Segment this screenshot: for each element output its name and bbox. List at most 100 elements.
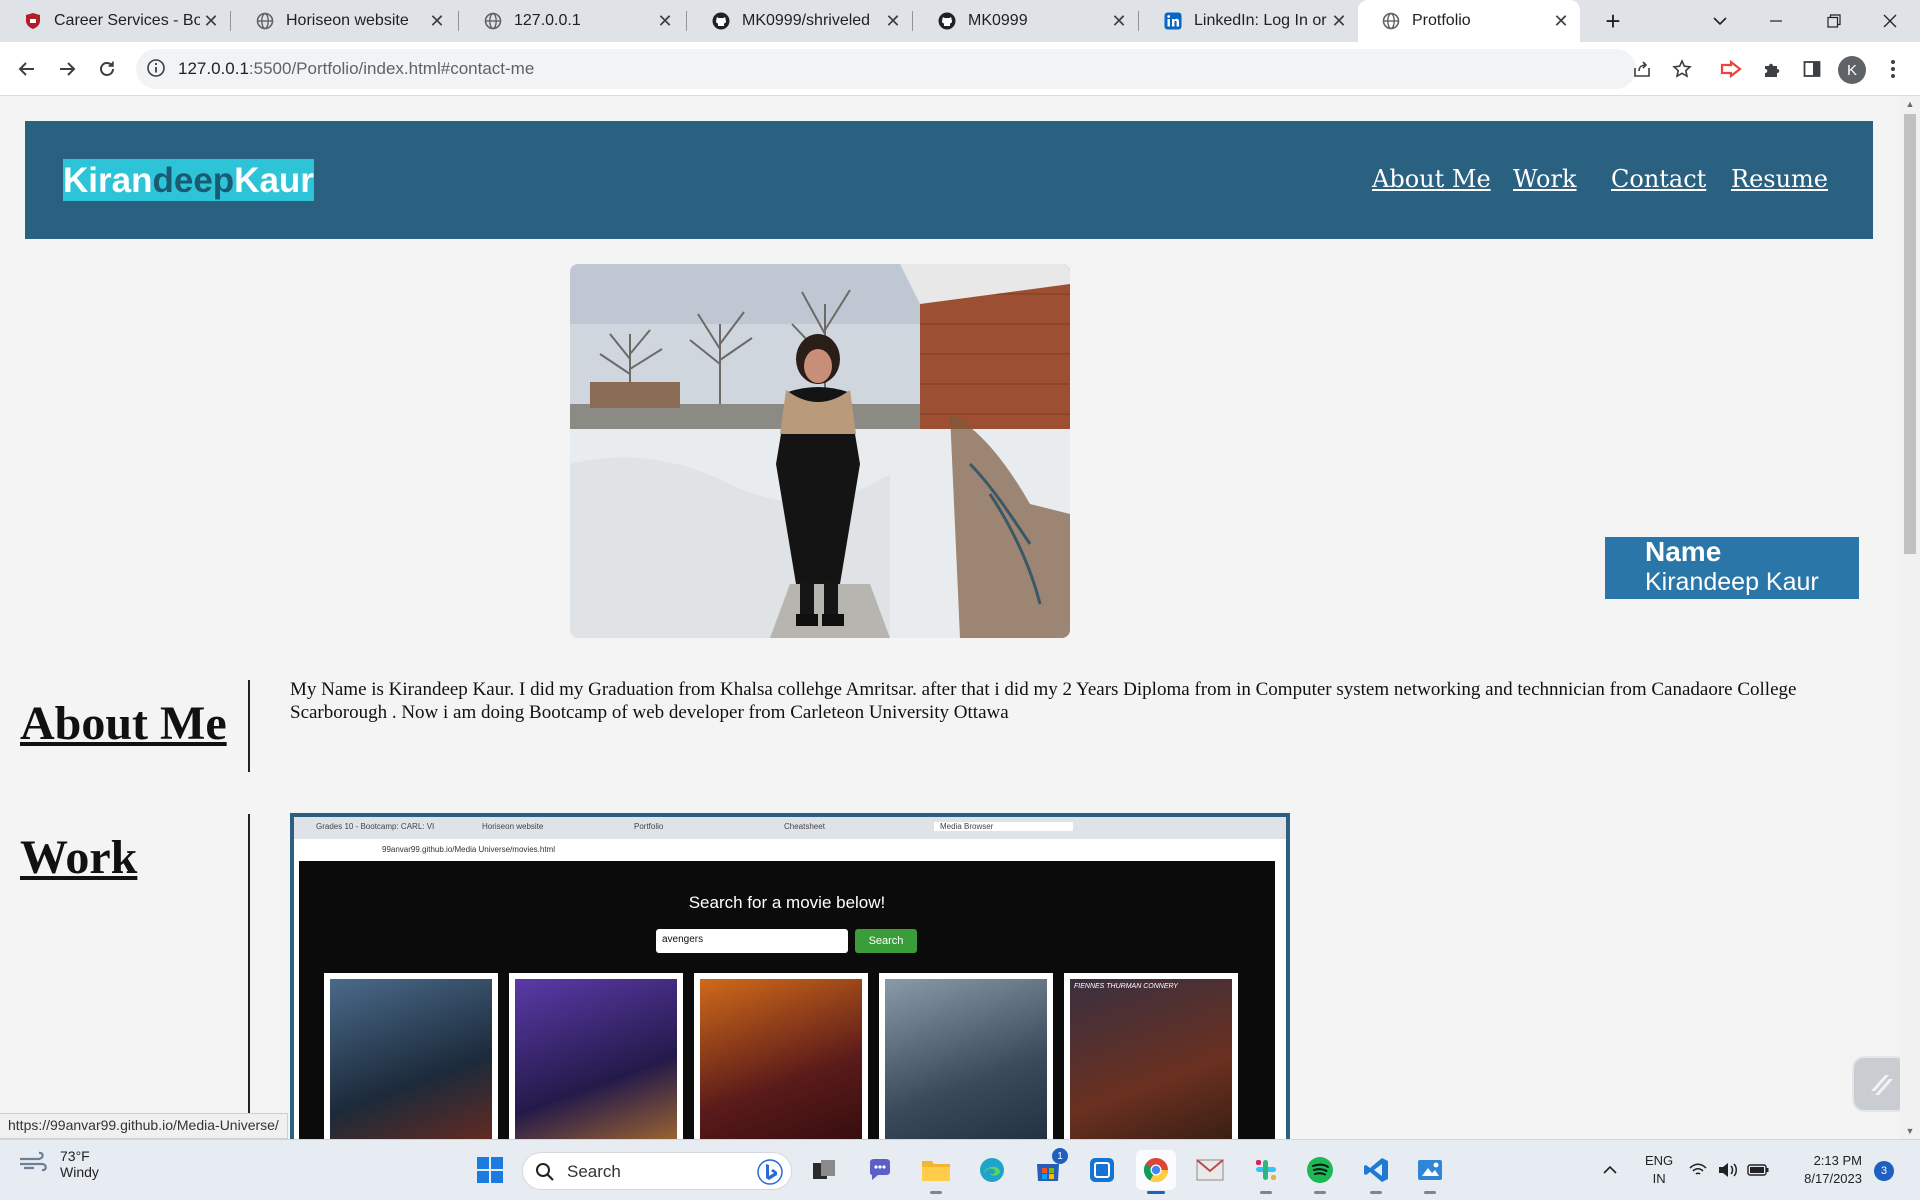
tab-linkedin[interactable]: LinkedIn: Log In or Si ✕ [1140, 0, 1358, 42]
tab-horiseon[interactable]: Horiseon website ✕ [232, 0, 456, 42]
tab-github-shriveled[interactable]: MK0999/shriveled ✕ [688, 0, 912, 42]
task-view-icon[interactable] [804, 1150, 844, 1190]
running-indicator [1147, 1191, 1165, 1194]
teams-chat-icon[interactable] [860, 1150, 900, 1190]
new-tab-button[interactable]: + [1598, 6, 1628, 36]
logo-part-middle: deep [152, 161, 235, 200]
paint-app-icon[interactable] [1410, 1150, 1450, 1194]
file-explorer-icon[interactable] [916, 1150, 956, 1194]
language-line1: ENG [1645, 1153, 1674, 1168]
tab-title: MK0999/shriveled [742, 12, 871, 29]
close-icon[interactable]: ✕ [882, 10, 904, 32]
close-icon[interactable]: ✕ [1108, 10, 1130, 32]
weather-widget[interactable]: 73°F Windy [18, 1148, 99, 1180]
close-icon[interactable]: ✕ [200, 10, 222, 32]
name-label: Name [1645, 536, 1722, 567]
tab-portfolio[interactable]: Protfolio ✕ [1358, 0, 1580, 42]
floating-edit-button[interactable] [1852, 1056, 1900, 1112]
tab-career-services[interactable]: Career Services - Boot ✕ [0, 0, 230, 42]
notification-badge[interactable]: 3 [1874, 1161, 1894, 1181]
forward-button[interactable] [50, 52, 84, 86]
taskbar-search[interactable]: Search [522, 1152, 792, 1190]
extension-red-icon[interactable] [1714, 52, 1748, 86]
clock[interactable]: 2:13 PM 8/17/2023 [1790, 1152, 1862, 1188]
battery-icon[interactable] [1746, 1150, 1770, 1190]
running-indicator [1370, 1191, 1382, 1194]
section-divider [248, 814, 250, 1139]
volume-icon[interactable] [1716, 1150, 1740, 1190]
url-text[interactable]: 127.0.0.1:5500/Portfolio/index.html#cont… [178, 59, 534, 79]
site-logo[interactable]: KirandeepKaur [63, 159, 314, 201]
running-indicator [1424, 1191, 1436, 1194]
show-hidden-icons-chevron-icon[interactable] [1590, 1150, 1630, 1190]
close-icon[interactable]: ✕ [654, 10, 676, 32]
edge-browser-icon[interactable] [972, 1150, 1012, 1190]
page-viewport: KirandeepKaur About Me Work Contact Resu… [0, 96, 1900, 1139]
media-search-heading: Search for a movie below! [688, 893, 886, 912]
page-scrollbar[interactable]: ▲ ▼ [1900, 96, 1920, 1139]
close-icon[interactable]: ✕ [1328, 10, 1350, 32]
tab-separator [686, 11, 687, 31]
about-me-heading: About Me [20, 697, 227, 750]
running-indicator [930, 1191, 942, 1194]
wind-icon [18, 1151, 48, 1178]
tab-github-profile[interactable]: MK0999 ✕ [914, 0, 1138, 42]
vscode-icon[interactable] [1356, 1150, 1396, 1194]
media-search-button: Search [855, 929, 917, 953]
section-divider [248, 680, 250, 772]
scrollbar-thumb[interactable] [1904, 114, 1916, 554]
close-icon[interactable]: ✕ [1550, 10, 1572, 32]
windows-start-icon[interactable] [470, 1150, 510, 1190]
reload-button[interactable] [90, 52, 124, 86]
nav-link-work[interactable]: Work [1513, 165, 1577, 193]
tab-separator [1138, 11, 1139, 31]
browser-toolbar: 127.0.0.1:5500/Portfolio/index.html#cont… [0, 42, 1920, 96]
microsoft-store-icon[interactable]: 1 [1028, 1148, 1068, 1190]
tab-title: Horiseon website [286, 12, 409, 29]
language-indicator[interactable]: ENG IN [1645, 1152, 1673, 1188]
minimize-button[interactable] [1748, 0, 1804, 42]
extensions-puzzle-icon[interactable] [1755, 52, 1789, 86]
share-icon[interactable] [1625, 52, 1659, 86]
work-project-screenshot[interactable]: Grades 10 - Bootcamp: CARL: VI Horiseon … [290, 813, 1290, 1139]
nav-link-resume[interactable]: Resume [1731, 165, 1828, 193]
mail-icon[interactable] [1190, 1150, 1230, 1190]
tab-search-icon[interactable] [1692, 0, 1748, 42]
site-info-icon[interactable] [146, 58, 166, 83]
chrome-icon[interactable] [1136, 1150, 1176, 1194]
running-indicator [1314, 1191, 1326, 1194]
kebab-menu-icon[interactable] [1876, 52, 1910, 86]
close-window-button[interactable] [1862, 0, 1918, 42]
restore-button[interactable] [1806, 0, 1862, 42]
store-badge: 1 [1052, 1148, 1068, 1164]
poster-credit-text: FIENNES THURMAN CONNERY [1070, 979, 1232, 1139]
tab-title: Career Services - Boot [54, 12, 200, 29]
slack-icon[interactable] [1246, 1150, 1286, 1194]
nav-link-contact[interactable]: Contact [1611, 165, 1706, 193]
profile-avatar[interactable]: K [1838, 56, 1866, 84]
tab-title: 127.0.0.1 [514, 12, 581, 29]
side-panel-icon[interactable] [1795, 52, 1829, 86]
screenshot-tab: Portfolio [634, 822, 664, 831]
bing-icon [757, 1159, 783, 1190]
globe-icon [1382, 12, 1400, 30]
clock-time: 2:13 PM [1813, 1153, 1862, 1168]
photos-app-icon[interactable] [1082, 1150, 1122, 1190]
spotify-icon[interactable] [1300, 1150, 1340, 1194]
address-bar[interactable]: 127.0.0.1:5500/Portfolio/index.html#cont… [136, 49, 1636, 89]
tab-separator [458, 11, 459, 31]
site-header: KirandeepKaur About Me Work Contact Resu… [25, 121, 1873, 239]
search-icon [535, 1162, 555, 1187]
scroll-down-arrow-icon[interactable]: ▼ [1900, 1123, 1920, 1139]
tab-separator [230, 11, 231, 31]
tab-localhost[interactable]: 127.0.0.1 ✕ [460, 0, 684, 42]
bookmark-star-icon[interactable] [1665, 52, 1699, 86]
close-icon[interactable]: ✕ [426, 10, 448, 32]
media-search-input: avengers [656, 929, 848, 953]
nav-link-about-me[interactable]: About Me [1372, 165, 1491, 193]
wifi-icon[interactable] [1686, 1150, 1710, 1190]
back-button[interactable] [10, 52, 44, 86]
scroll-up-arrow-icon[interactable]: ▲ [1900, 96, 1920, 112]
tab-separator [912, 11, 913, 31]
globe-icon [484, 12, 502, 30]
